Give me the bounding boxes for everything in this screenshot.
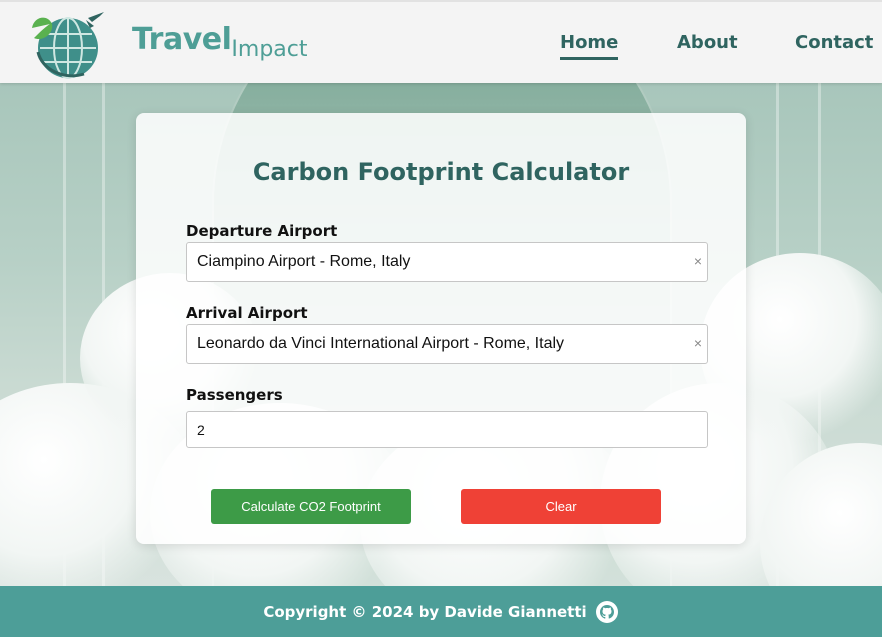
passengers-input[interactable]: 2 [186,411,708,448]
brand-word-main: Travel [132,22,232,57]
site-footer: Copyright © 2024 by Davide Giannetti [0,586,882,637]
departure-airport-input[interactable]: Ciampino Airport - Rome, Italy × [186,242,708,282]
calculate-co2-button[interactable]: Calculate CO2 Footprint [211,489,411,524]
site-header: TravelImpact Home About Contact [0,0,882,83]
copyright-text: Copyright © 2024 by Davide Giannetti [263,602,587,621]
departure-value: Ciampino Airport - Rome, Italy [197,253,411,270]
departure-label: Departure Airport [186,222,338,240]
clear-departure-icon[interactable]: × [694,253,702,269]
github-icon[interactable] [595,600,619,624]
passengers-label: Passengers [186,386,283,404]
arrival-value: Leonardo da Vinci International Airport … [197,335,565,352]
nav-link-contact[interactable]: Contact [795,32,873,53]
brand-logo-text[interactable]: TravelImpact [132,22,308,62]
clear-button[interactable]: Clear [461,489,661,524]
calculator-card: Carbon Footprint Calculator Departure Ai… [136,113,746,544]
nav-link-home[interactable]: Home [560,32,619,60]
arrival-label: Arrival Airport [186,304,308,322]
page-title: Carbon Footprint Calculator [252,158,630,186]
globe-plane-logo-icon[interactable] [28,8,106,82]
brand-word-sub: Impact [231,37,308,62]
clear-arrival-icon[interactable]: × [694,335,702,351]
passengers-value: 2 [197,422,205,438]
nav-link-about[interactable]: About [677,32,738,53]
arrival-airport-input[interactable]: Leonardo da Vinci International Airport … [186,324,708,364]
